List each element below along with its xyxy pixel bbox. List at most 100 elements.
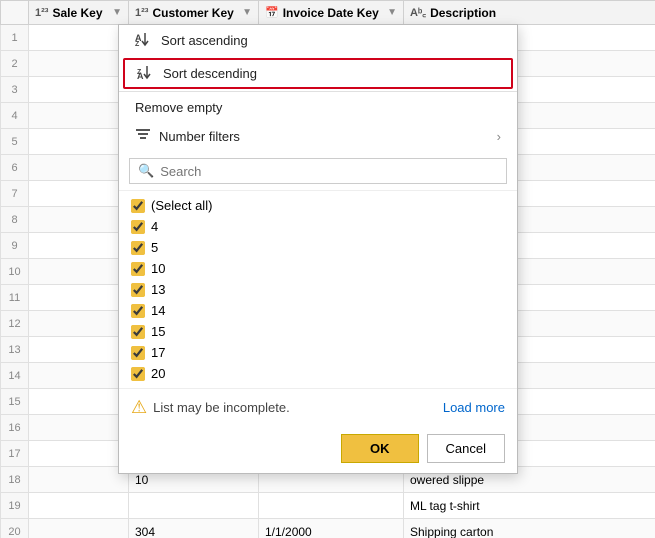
sale-key-icon: 1²³ xyxy=(35,7,48,19)
checkbox-value-input[interactable] xyxy=(131,367,145,381)
row-num-cell: 12 xyxy=(1,311,29,337)
checkbox-value-label: 5 xyxy=(151,240,158,255)
select-all-item[interactable]: (Select all) xyxy=(129,195,507,216)
sale-key-cell xyxy=(29,415,129,441)
customer-key-icon: 1²³ xyxy=(135,7,148,19)
number-filters-label: Number filters xyxy=(159,129,240,144)
row-num-header xyxy=(1,1,29,25)
sale-key-cell xyxy=(29,337,129,363)
row-num-cell: 6 xyxy=(1,155,29,181)
sale-key-cell xyxy=(29,441,129,467)
checkbox-value-item[interactable]: 13 xyxy=(129,279,507,300)
incomplete-notice: List may be incomplete. xyxy=(153,400,290,415)
filter-dropdown-panel: A Z Sort ascending Z A Sort descending R… xyxy=(118,24,518,474)
search-input[interactable] xyxy=(160,164,498,179)
description-label: Description xyxy=(430,6,496,20)
load-more-link[interactable]: Load more xyxy=(443,400,505,415)
menu-divider-1 xyxy=(119,91,517,92)
sale-key-cell xyxy=(29,363,129,389)
description-cell: ML tag t-shirt xyxy=(404,493,655,519)
sale-key-cell xyxy=(29,311,129,337)
sale-key-cell xyxy=(29,103,129,129)
invoice-date-cell: 1/1/2000 xyxy=(259,519,404,538)
sale-key-cell xyxy=(29,129,129,155)
sort-ascending-item[interactable]: A Z Sort ascending xyxy=(119,25,517,56)
sort-ascending-icon: A Z xyxy=(135,31,153,50)
sale-key-cell xyxy=(29,207,129,233)
table-row: 20 304 1/1/2000 Shipping carton xyxy=(1,519,655,538)
checkbox-value-item[interactable]: 14 xyxy=(129,300,507,321)
checkbox-value-item[interactable]: 5 xyxy=(129,237,507,258)
checkbox-value-item[interactable]: 17 xyxy=(129,342,507,363)
checkbox-value-input[interactable] xyxy=(131,220,145,234)
checkbox-value-input[interactable] xyxy=(131,283,145,297)
search-container: 🔍 xyxy=(129,158,507,184)
invoice-date-cell xyxy=(259,493,404,519)
customer-key-label: Customer Key xyxy=(152,6,233,20)
checkbox-value-input[interactable] xyxy=(131,262,145,276)
row-num-cell: 4 xyxy=(1,103,29,129)
select-all-checkbox[interactable] xyxy=(131,199,145,213)
customer-key-cell xyxy=(129,493,259,519)
sort-descending-label: Sort descending xyxy=(163,66,257,81)
sale-key-cell xyxy=(29,25,129,51)
sort-descending-icon: Z A xyxy=(137,64,155,83)
checkbox-value-label: 4 xyxy=(151,219,158,234)
svg-text:A: A xyxy=(137,71,144,80)
row-num-cell: 11 xyxy=(1,285,29,311)
invoice-date-key-label: Invoice Date Key xyxy=(283,6,379,20)
row-num-cell: 1 xyxy=(1,25,29,51)
checkbox-values-list: 4 5 10 13 14 15 17 20 xyxy=(129,216,507,384)
description-icon: Aᵇ꜀ xyxy=(410,5,426,20)
row-num-cell: 14 xyxy=(1,363,29,389)
sale-key-filter-arrow[interactable]: ▼ xyxy=(112,7,122,18)
checkbox-value-input[interactable] xyxy=(131,241,145,255)
filter-footer: ⚠ List may be incomplete. Load more xyxy=(119,389,517,426)
row-num-cell: 18 xyxy=(1,467,29,493)
customer-key-filter-arrow[interactable]: ▼ xyxy=(242,7,252,18)
checkbox-value-item[interactable]: 4 xyxy=(129,216,507,237)
checkbox-value-input[interactable] xyxy=(131,346,145,360)
checkbox-value-item[interactable]: 20 xyxy=(129,363,507,384)
row-num-cell: 15 xyxy=(1,389,29,415)
invoice-date-filter-arrow[interactable]: ▼ xyxy=(387,7,397,18)
svg-text:Z: Z xyxy=(135,41,140,47)
sale-key-cell xyxy=(29,467,129,493)
row-num-cell: 8 xyxy=(1,207,29,233)
sale-key-cell xyxy=(29,181,129,207)
checkbox-value-item[interactable]: 15 xyxy=(129,321,507,342)
number-filters-item[interactable]: Number filters › xyxy=(119,121,517,152)
cancel-button[interactable]: Cancel xyxy=(427,434,505,463)
sale-key-header[interactable]: 1²³ Sale Key ▼ xyxy=(29,1,129,25)
checkbox-value-label: 15 xyxy=(151,324,165,339)
table-header-row: 1²³ Sale Key ▼ 1²³ Customer Key ▼ 📅 xyxy=(1,1,655,25)
select-all-label: (Select all) xyxy=(151,198,212,213)
button-row: OK Cancel xyxy=(119,426,517,473)
customer-key-cell: 304 xyxy=(129,519,259,538)
sort-descending-item[interactable]: Z A Sort descending xyxy=(123,58,513,89)
row-num-cell: 7 xyxy=(1,181,29,207)
customer-key-header[interactable]: 1²³ Customer Key ▼ xyxy=(129,1,259,25)
remove-empty-item[interactable]: Remove empty xyxy=(119,94,517,121)
sale-key-cell xyxy=(29,519,129,538)
sort-ascending-label: Sort ascending xyxy=(161,33,248,48)
sale-key-cell xyxy=(29,77,129,103)
sale-key-label: Sale Key xyxy=(52,6,102,20)
invoice-date-key-header[interactable]: 📅 Invoice Date Key ▼ xyxy=(259,1,404,25)
description-header: Aᵇ꜀ Description xyxy=(404,1,655,25)
checkbox-value-label: 10 xyxy=(151,261,165,276)
checkbox-value-item[interactable]: 10 xyxy=(129,258,507,279)
sale-key-cell xyxy=(29,155,129,181)
checkbox-value-label: 17 xyxy=(151,345,165,360)
row-num-cell: 13 xyxy=(1,337,29,363)
checkbox-value-input[interactable] xyxy=(131,304,145,318)
checkbox-value-input[interactable] xyxy=(131,325,145,339)
checkbox-value-label: 13 xyxy=(151,282,165,297)
sale-key-cell xyxy=(29,51,129,77)
row-num-cell: 16 xyxy=(1,415,29,441)
sale-key-cell xyxy=(29,493,129,519)
ok-button[interactable]: OK xyxy=(341,434,419,463)
checkbox-list: (Select all) 4 5 10 13 14 15 17 20 xyxy=(119,190,517,389)
invoice-date-icon: 📅 xyxy=(265,6,279,19)
number-filters-icon xyxy=(135,127,151,146)
